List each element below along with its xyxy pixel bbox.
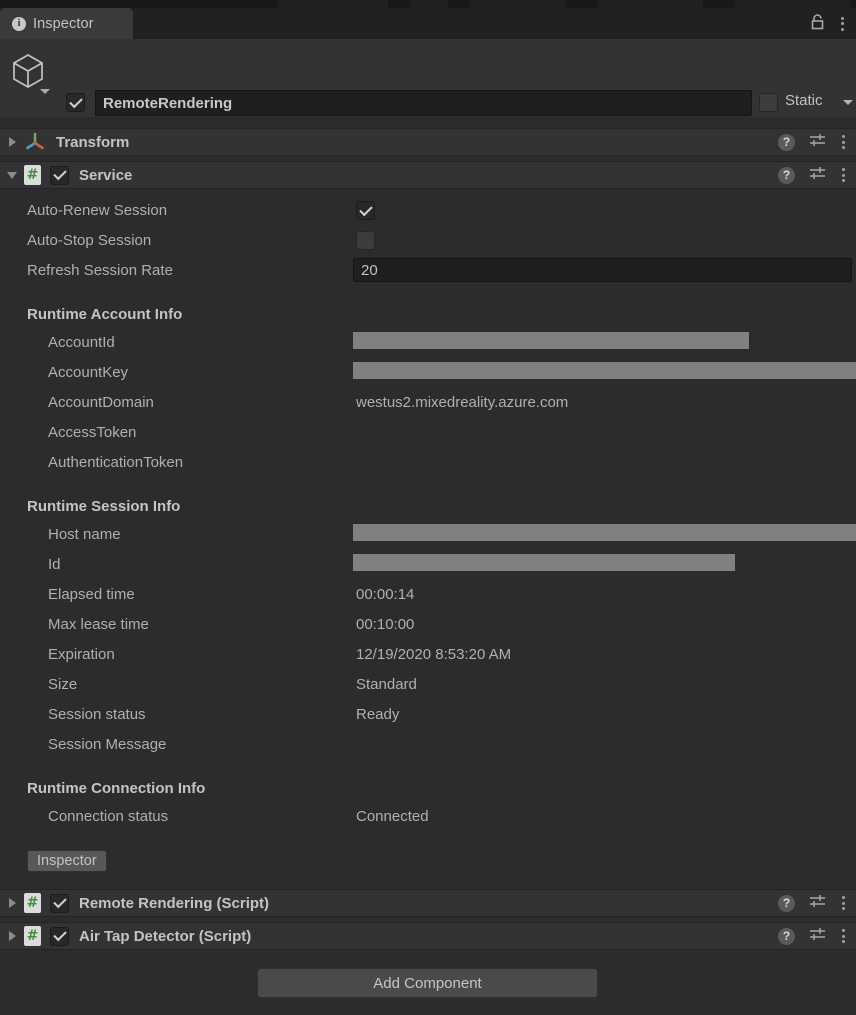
component-enabled-checkbox-air-tap-detector[interactable] — [50, 926, 69, 946]
value-connection-status: Connected — [356, 808, 429, 825]
component-header-service[interactable]: # Service ? — [0, 161, 856, 189]
static-checkbox[interactable] — [759, 93, 778, 112]
kebab-menu-icon[interactable] — [840, 894, 847, 912]
info-icon: i — [12, 16, 26, 31]
preset-icon[interactable] — [809, 894, 826, 913]
help-icon[interactable]: ? — [778, 166, 795, 184]
label-session-message: Session Message — [48, 736, 167, 753]
kebab-menu-icon[interactable] — [840, 133, 847, 151]
component-header-transform[interactable]: Transform ? — [0, 128, 856, 156]
value-elapsed-time: 00:00:14 — [356, 586, 415, 603]
component-enabled-checkbox-remote-rendering[interactable] — [50, 893, 69, 913]
label-accountid: AccountId — [48, 334, 115, 351]
top-tab-strip — [0, 0, 856, 8]
accountid-value-redacted — [353, 332, 749, 349]
component-header-air-tap-detector[interactable]: # Air Tap Detector (Script) ? — [0, 922, 856, 950]
component-name-remote-rendering: Remote Rendering (Script) — [79, 894, 270, 912]
label-expiration: Expiration — [48, 646, 115, 663]
label-session-status: Session status — [48, 706, 146, 723]
component-header-remote-rendering[interactable]: # Remote Rendering (Script) ? — [0, 889, 856, 917]
foldout-arrow-service[interactable] — [0, 171, 24, 179]
script-icon: # — [24, 165, 41, 185]
lock-icon[interactable] — [810, 13, 825, 35]
value-accountdomain: westus2.mixedreality.azure.com — [356, 394, 569, 411]
host-name-value-redacted — [353, 524, 856, 541]
ghost-tab-2[interactable] — [410, 0, 448, 8]
id-value-redacted — [353, 554, 735, 571]
auto-renew-session-checkbox[interactable] — [356, 201, 375, 220]
label-elapsed-time: Elapsed time — [48, 586, 135, 603]
kebab-menu-icon[interactable] — [840, 927, 847, 945]
component-name-transform: Transform — [56, 133, 130, 151]
component-actions-air-tap-detector: ? — [778, 927, 847, 946]
accountkey-value-redacted — [353, 362, 856, 379]
label-host-name: Host name — [48, 526, 121, 543]
foldout-arrow-air-tap-detector[interactable] — [0, 931, 24, 941]
label-accountkey: AccountKey — [48, 364, 129, 381]
auto-stop-session-checkbox[interactable] — [356, 231, 375, 250]
value-session-status: Ready — [356, 706, 400, 723]
static-dropdown-caret-icon[interactable] — [843, 100, 853, 105]
value-size: Standard — [356, 676, 417, 693]
foldout-arrow-transform[interactable] — [0, 137, 24, 147]
ghost-tab-3[interactable] — [470, 0, 565, 8]
value-max-lease-time: 00:10:00 — [356, 616, 415, 633]
label-id: Id — [48, 556, 61, 573]
ghost-tab-4[interactable] — [598, 0, 703, 8]
value-expiration: 12/19/2020 8:53:20 AM — [356, 646, 512, 663]
inspector-window: i Inspector RemoteRendering Static Trans… — [0, 0, 856, 1015]
help-icon[interactable]: ? — [778, 894, 795, 912]
inspector-button[interactable]: Inspector — [27, 850, 107, 872]
label-accountdomain: AccountDomain — [48, 394, 154, 411]
label-auto-renew-session: Auto-Renew Session — [27, 202, 168, 219]
kebab-menu-icon[interactable] — [840, 166, 847, 184]
script-icon: # — [24, 893, 41, 913]
label-refresh-session-rate: Refresh Session Rate — [27, 262, 173, 279]
gameobject-enabled-checkbox[interactable] — [66, 93, 85, 112]
tabbar-actions — [810, 8, 846, 39]
help-icon[interactable]: ? — [778, 927, 795, 945]
gameobject-header: RemoteRendering Static Tag Untagged Laye… — [0, 39, 856, 149]
tab-inspector-label: Inspector — [33, 15, 94, 32]
label-size: Size — [48, 676, 78, 693]
label-max-lease-time: Max lease time — [48, 616, 149, 633]
section-runtime-session-info: Runtime Session Info — [27, 498, 181, 515]
gameobject-icon-caret — [40, 89, 50, 94]
help-icon[interactable]: ? — [778, 133, 795, 151]
preset-icon[interactable] — [809, 133, 826, 152]
script-icon: # — [24, 926, 41, 946]
component-actions-transform: ? — [778, 133, 847, 152]
label-accesstoken: AccessToken — [48, 424, 137, 441]
gameobject-name-input[interactable]: RemoteRendering — [95, 90, 752, 116]
component-actions-remote-rendering: ? — [778, 894, 847, 913]
static-label: Static — [785, 92, 823, 109]
inspector-tabbar: i Inspector — [0, 8, 856, 39]
label-auto-stop-session: Auto-Stop Session — [27, 232, 152, 249]
component-name-service: Service — [79, 166, 133, 184]
component-actions-service: ? — [778, 166, 847, 185]
foldout-arrow-remote-rendering[interactable] — [0, 898, 24, 908]
component-name-air-tap-detector: Air Tap Detector (Script) — [79, 927, 252, 945]
transform-gizmo-icon — [24, 132, 46, 152]
label-authenticationtoken: AuthenticationToken — [48, 454, 184, 471]
add-component-button[interactable]: Add Component — [257, 968, 598, 998]
label-connection-status: Connection status — [48, 808, 169, 825]
gameobject-cube-icon[interactable] — [8, 51, 52, 95]
preset-icon[interactable] — [809, 166, 826, 185]
preset-icon[interactable] — [809, 927, 826, 946]
refresh-session-rate-input[interactable]: 20 — [353, 258, 852, 282]
ghost-tab-5[interactable] — [735, 0, 850, 8]
section-runtime-account-info: Runtime Account Info — [27, 306, 183, 323]
component-enabled-checkbox-service[interactable] — [50, 165, 69, 185]
section-runtime-connection-info: Runtime Connection Info — [27, 780, 206, 797]
kebab-menu-icon[interactable] — [839, 15, 846, 33]
tab-inspector[interactable]: i Inspector — [0, 8, 133, 39]
ghost-tab-1[interactable] — [278, 0, 388, 8]
